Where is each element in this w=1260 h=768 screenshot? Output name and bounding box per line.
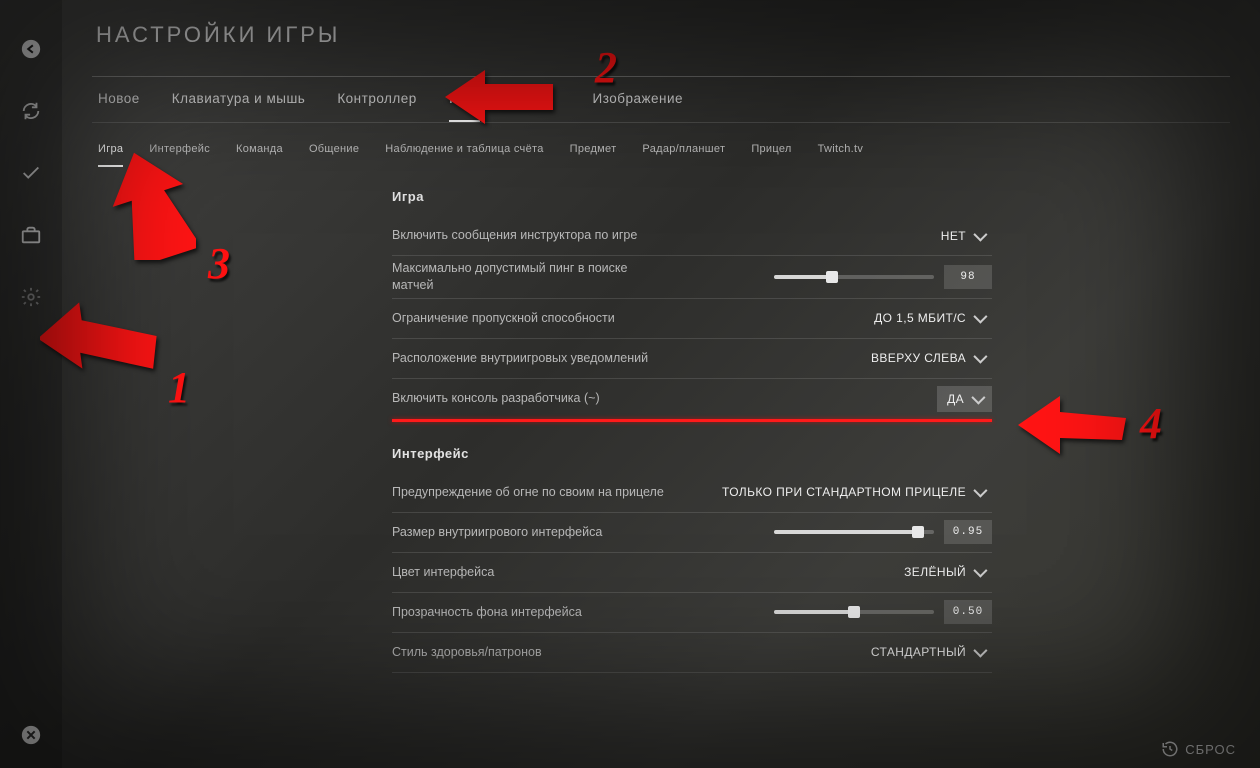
chevron-down-icon bbox=[973, 564, 987, 578]
row-hud-alpha: Прозрачность фона интерфейса 0.50 bbox=[392, 593, 992, 633]
label-instructor: Включить сообщения инструктора по игре bbox=[392, 227, 637, 244]
dropdown-instructor[interactable]: НЕТ bbox=[933, 224, 992, 248]
annotation-arrow-1 bbox=[40, 300, 160, 400]
subtab-crosshair[interactable]: Прицел bbox=[751, 143, 791, 167]
label-health-style: Стиль здоровья/патронов bbox=[392, 644, 542, 661]
briefcase-icon[interactable] bbox=[18, 222, 44, 248]
chevron-down-icon bbox=[973, 484, 987, 498]
value-hud-alpha[interactable]: 0.50 bbox=[944, 600, 992, 624]
label-hud-color: Цвет интерфейса bbox=[392, 564, 494, 581]
label-notif-pos: Расположение внутриигровых уведомлений bbox=[392, 350, 648, 367]
annotation-number-1: 1 bbox=[168, 362, 190, 413]
row-hud-scale: Размер внутриигрового интерфейса 0.95 bbox=[392, 513, 992, 553]
tab-keyboard[interactable]: Клавиатура и мышь bbox=[172, 91, 306, 122]
annotation-number-4: 4 bbox=[1140, 398, 1162, 449]
close-icon[interactable] bbox=[18, 722, 44, 748]
chevron-down-icon bbox=[973, 644, 987, 658]
settings-panel: Игра Включить сообщения инструктора по и… bbox=[392, 189, 992, 673]
dropdown-value: ВВЕРХУ СЛЕВА bbox=[871, 351, 966, 365]
row-bandwidth: Ограничение пропускной способности ДО 1,… bbox=[392, 299, 992, 339]
slider-hud-scale[interactable] bbox=[774, 530, 934, 534]
annotation-number-3: 3 bbox=[208, 238, 230, 289]
dropdown-value: ТОЛЬКО ПРИ СТАНДАРТНОМ ПРИЦЕЛЕ bbox=[722, 485, 966, 499]
main-content: НАСТРОЙКИ ИГРЫ Новое Клавиатура и мышь К… bbox=[62, 0, 1260, 728]
tab-new[interactable]: Новое bbox=[98, 91, 140, 122]
back-icon[interactable] bbox=[18, 36, 44, 62]
dropdown-value: ДО 1,5 МБИТ/С bbox=[874, 311, 966, 325]
label-bandwidth: Ограничение пропускной способности bbox=[392, 310, 615, 327]
page-title: НАСТРОЙКИ ИГРЫ bbox=[96, 22, 1230, 48]
value-ping[interactable]: 98 bbox=[944, 265, 992, 289]
subtab-twitch[interactable]: Twitch.tv bbox=[818, 143, 864, 167]
slider-ping[interactable] bbox=[774, 275, 934, 279]
subtab-comms[interactable]: Общение bbox=[309, 143, 359, 167]
row-health-style: Стиль здоровья/патронов СТАНДАРТНЫЙ bbox=[392, 633, 992, 673]
annotation-arrow-2 bbox=[445, 62, 555, 132]
check-icon[interactable] bbox=[18, 160, 44, 186]
dropdown-bandwidth[interactable]: ДО 1,5 МБИТ/С bbox=[866, 306, 992, 330]
label-ping: Максимально допустимый пинг в поиске мат… bbox=[392, 260, 672, 294]
label-hud-alpha: Прозрачность фона интерфейса bbox=[392, 604, 582, 621]
dropdown-value: ДА bbox=[947, 392, 964, 406]
dropdown-notif-pos[interactable]: ВВЕРХУ СЛЕВА bbox=[863, 346, 992, 370]
label-console: Включить консоль разработчика (~) bbox=[392, 390, 600, 407]
row-ff-warn: Предупреждение об огне по своим на прице… bbox=[392, 473, 992, 513]
subtab-spectate[interactable]: Наблюдение и таблица счёта bbox=[385, 143, 543, 167]
dropdown-value: СТАНДАРТНЫЙ bbox=[871, 645, 966, 659]
row-notif-pos: Расположение внутриигровых уведомлений В… bbox=[392, 339, 992, 379]
dropdown-value: ЗЕЛЁНЫЙ bbox=[904, 565, 966, 579]
annotation-arrow-3 bbox=[106, 150, 196, 260]
subtab-radar[interactable]: Радар/планшет bbox=[642, 143, 725, 167]
chevron-down-icon bbox=[973, 227, 987, 241]
annotation-number-2: 2 bbox=[595, 42, 617, 93]
dropdown-console[interactable]: ДА bbox=[937, 386, 992, 412]
row-hud-color: Цвет интерфейса ЗЕЛЁНЫЙ bbox=[392, 553, 992, 593]
dropdown-hud-color[interactable]: ЗЕЛЁНЫЙ bbox=[896, 560, 992, 584]
label-ff-warn: Предупреждение об огне по своим на прице… bbox=[392, 484, 664, 501]
chevron-down-icon bbox=[971, 390, 985, 404]
reset-button[interactable]: СБРОС bbox=[1161, 740, 1236, 758]
refresh-icon[interactable] bbox=[18, 98, 44, 124]
dropdown-value: НЕТ bbox=[941, 229, 966, 243]
section-header-hud: Интерфейс bbox=[392, 446, 992, 461]
row-instructor: Включить сообщения инструктора по игре Н… bbox=[392, 216, 992, 256]
subtab-team[interactable]: Команда bbox=[236, 143, 283, 167]
chevron-down-icon bbox=[973, 310, 987, 324]
slider-hud-alpha[interactable] bbox=[774, 610, 934, 614]
subtab-item[interactable]: Предмет bbox=[570, 143, 617, 167]
label-hud-scale: Размер внутриигрового интерфейса bbox=[392, 524, 602, 541]
primary-tabs: Новое Клавиатура и мышь Контроллер Игра … bbox=[92, 77, 1230, 123]
dropdown-health-style[interactable]: СТАНДАРТНЫЙ bbox=[863, 640, 992, 664]
section-header-game: Игра bbox=[392, 189, 992, 204]
chevron-down-icon bbox=[973, 350, 987, 364]
value-hud-scale[interactable]: 0.95 bbox=[944, 520, 992, 544]
tab-display[interactable]: Изображение bbox=[592, 91, 683, 122]
dropdown-ff-warn[interactable]: ТОЛЬКО ПРИ СТАНДАРТНОМ ПРИЦЕЛЕ bbox=[714, 480, 992, 504]
reset-label: СБРОС bbox=[1185, 742, 1236, 757]
secondary-tabs: Игра Интерфейс Команда Общение Наблюдени… bbox=[92, 137, 1230, 167]
highlight-bar bbox=[392, 419, 992, 422]
history-icon bbox=[1161, 740, 1179, 758]
tab-controller[interactable]: Контроллер bbox=[337, 91, 417, 122]
row-ping: Максимально допустимый пинг в поиске мат… bbox=[392, 256, 992, 299]
annotation-arrow-4 bbox=[1018, 390, 1128, 460]
row-console: Включить консоль разработчика (~) ДА bbox=[392, 379, 992, 419]
